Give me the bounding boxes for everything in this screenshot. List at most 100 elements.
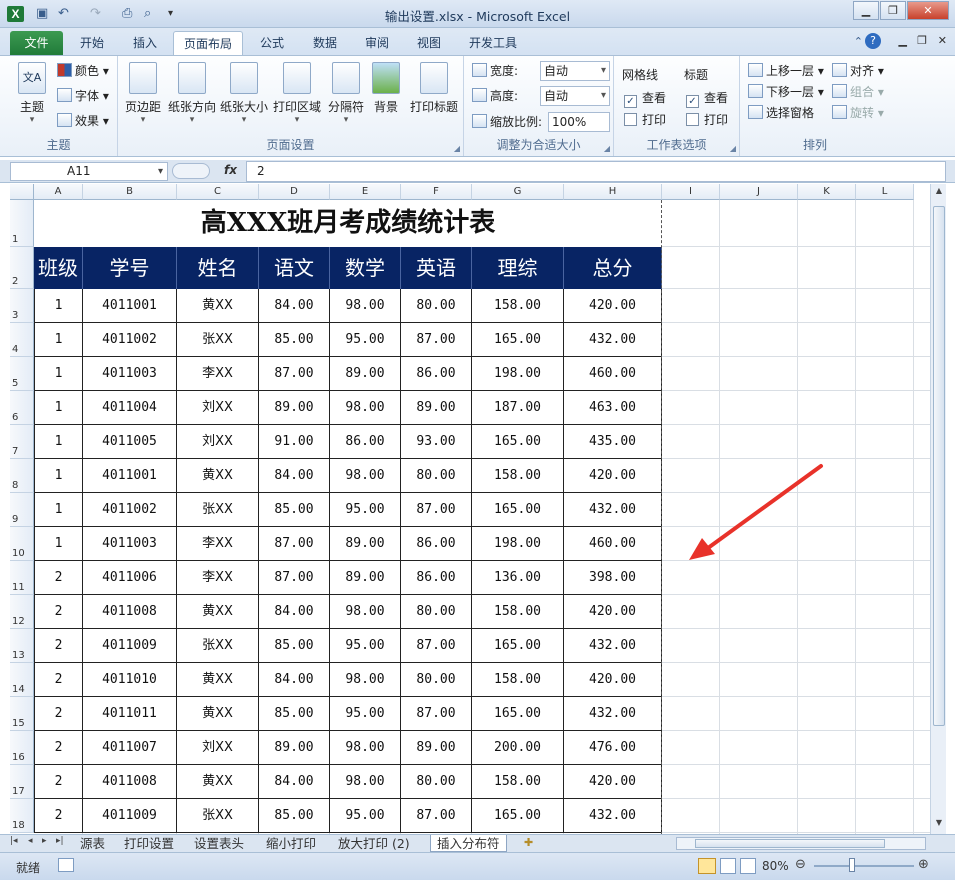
theme-fonts-button[interactable]: 字体 ▾ [57,87,109,105]
headings-print-checkbox[interactable]: 打印 [686,111,728,129]
sheet-tab[interactable]: 放大打印 (2) [332,835,416,852]
height-dropdown[interactable]: 自动 [540,86,610,106]
minimize-ribbon-icon[interactable]: ⌃ [854,35,863,48]
group-label-page-setup: 页面设置 [266,138,315,152]
send-backward-button[interactable]: 下移一层 ▾ [748,83,824,101]
insert-function-icon[interactable]: fx [224,163,237,177]
worksheet-grid[interactable]: A B C D E F G H I J K L 1 2 3 4 5 6 7 8 9 10 11 12 13 14 15 16 17 18 高… [10,184,930,834]
orientation-button[interactable]: 纸张方向 ▾ [166,62,218,125]
vertical-scrollbar[interactable]: ▲ ▼ [930,184,946,834]
group-label-themes: 主题 [46,138,71,152]
name-box[interactable]: A11 [10,162,168,181]
help-icon[interactable]: ? [865,33,881,49]
checkbox-checked-icon: ✓ [624,95,637,108]
headings-view-checkbox[interactable]: ✓ 查看 [686,89,728,108]
sheet-tab[interactable]: 打印设置 [118,835,180,852]
workbook-close-icon[interactable]: ✕ [938,34,947,47]
align-button[interactable]: 对齐 ▾ [832,62,884,80]
print-area-icon [283,62,311,94]
group-button[interactable]: 组合 ▾ [832,83,884,101]
selection-pane-icon [748,105,763,119]
sheet-tab[interactable]: 源表 [74,835,111,852]
tab-page-layout[interactable]: 页面布局 [173,31,243,57]
breaks-button[interactable]: 分隔符 ▾ [324,62,368,125]
size-button[interactable]: 纸张大小 ▾ [218,62,270,125]
themes-button[interactable]: 文A 主题 ▾ [10,62,54,125]
arrow-head-icon [689,538,715,560]
width-icon [472,63,487,77]
checkbox-checked-icon: ✓ [686,95,699,108]
tab-insert[interactable]: 插入 [122,31,168,56]
dialog-launcher-icon[interactable]: ◢ [730,144,736,153]
print-area-button[interactable]: 打印区域 ▾ [270,62,324,125]
gridlines-print-checkbox[interactable]: 打印 [624,111,666,129]
zoom-out-icon[interactable]: ⊖ [795,857,806,872]
bring-forward-button[interactable]: 上移一层 ▾ [748,62,824,80]
tab-view[interactable]: 视图 [408,31,450,56]
sheet-tab[interactable]: 缩小打印 [260,835,322,852]
restore-button[interactable]: ❐ [880,1,906,20]
group-page-setup: 页边距 ▾ 纸张方向 ▾ 纸张大小 ▾ 打印区域 ▾ 分隔符 ▾ 背景 打印标题 页面设置… [118,56,464,156]
formula-bar-resize-handle[interactable] [172,163,210,179]
paper-size-icon [230,62,258,94]
sheet-tab-active[interactable]: 插入分布符 [430,835,507,852]
gridlines-view-checkbox[interactable]: ✓ 查看 [624,89,666,108]
group-icon [832,84,847,98]
themes-icon: 文A [18,62,46,94]
workbook-restore-icon[interactable]: ❐ [917,34,927,47]
dialog-launcher-icon[interactable]: ◢ [604,144,610,153]
ribbon: 文A 主题 ▾ 颜色 ▾ 字体 ▾ 效果 ▾ 主题 页边距 ▾ 纸张方向 ▾ 纸张大… [0,55,955,157]
selection-pane-button[interactable]: 选择窗格 [748,104,814,122]
zoom-level[interactable]: 80% [762,859,789,873]
zoom-slider-thumb[interactable] [849,858,855,872]
tab-nav-next-icon[interactable]: ▸ [42,836,47,846]
effects-icon [57,113,72,127]
horizontal-scrollbar[interactable] [676,837,926,850]
dialog-launcher-icon[interactable]: ◢ [454,144,460,153]
gridlines-heading: 网格线 [622,68,659,82]
page-layout-view-icon[interactable] [720,858,736,874]
theme-colors-button[interactable]: 颜色 ▾ [57,62,109,80]
formula-input[interactable]: 2 [246,161,946,182]
height-icon [472,88,487,102]
status-ready: 就绪 [16,861,41,875]
scroll-down-icon[interactable]: ▼ [933,818,945,832]
title-bar: X ▣ ↶ ↷ ⎙ ⌕ ▾ 输出设置.xlsx - Microsoft Exce… [0,0,955,28]
tab-developer[interactable]: 开发工具 [460,31,526,56]
tab-nav-last-icon[interactable]: ▸| [56,836,64,846]
tab-file[interactable]: 文件 [10,31,63,56]
scroll-up-icon[interactable]: ▲ [933,186,945,200]
group-label-scale: 调整为合适大小 [496,138,581,152]
margins-icon [129,62,157,94]
tab-formulas[interactable]: 公式 [252,31,292,56]
print-titles-button[interactable]: 打印标题 [408,62,460,115]
width-dropdown[interactable]: 自动 [540,61,610,81]
workbook-minimize-icon[interactable]: ▁ [899,34,907,47]
tab-nav-first-icon[interactable]: |◂ [10,836,18,846]
normal-view-icon[interactable] [698,858,716,874]
sheet-tab[interactable]: 设置表头 [188,835,250,852]
send-backward-icon [748,84,763,98]
theme-effects-button[interactable]: 效果 ▾ [57,112,109,130]
dropdown-arrow-icon: ▾ [29,115,35,125]
margins-button[interactable]: 页边距 ▾ [122,62,164,125]
zoom-slider[interactable] [814,865,914,867]
scale-spinner[interactable]: 100% [548,112,610,132]
scrollbar-thumb[interactable] [933,206,945,726]
close-button[interactable]: ✕ [907,1,949,20]
tab-nav-prev-icon[interactable]: ◂ [28,836,33,846]
macro-record-icon[interactable] [58,858,74,872]
insert-sheet-icon[interactable]: ✚ [524,836,533,849]
horizontal-scrollbar-thumb[interactable] [695,839,885,848]
rotate-button[interactable]: 旋转 ▾ [832,104,884,122]
tab-review[interactable]: 审阅 [356,31,398,56]
print-titles-icon [420,62,448,94]
minimize-button[interactable]: ▁ [853,1,879,20]
tab-home[interactable]: 开始 [70,31,114,56]
zoom-in-icon[interactable]: ⊕ [918,857,929,872]
page-break-preview-icon[interactable] [740,858,756,874]
scale-icon [472,114,487,128]
background-button[interactable]: 背景 [368,62,404,115]
tab-data[interactable]: 数据 [304,31,346,56]
scale-label: 缩放比例: [472,113,542,131]
